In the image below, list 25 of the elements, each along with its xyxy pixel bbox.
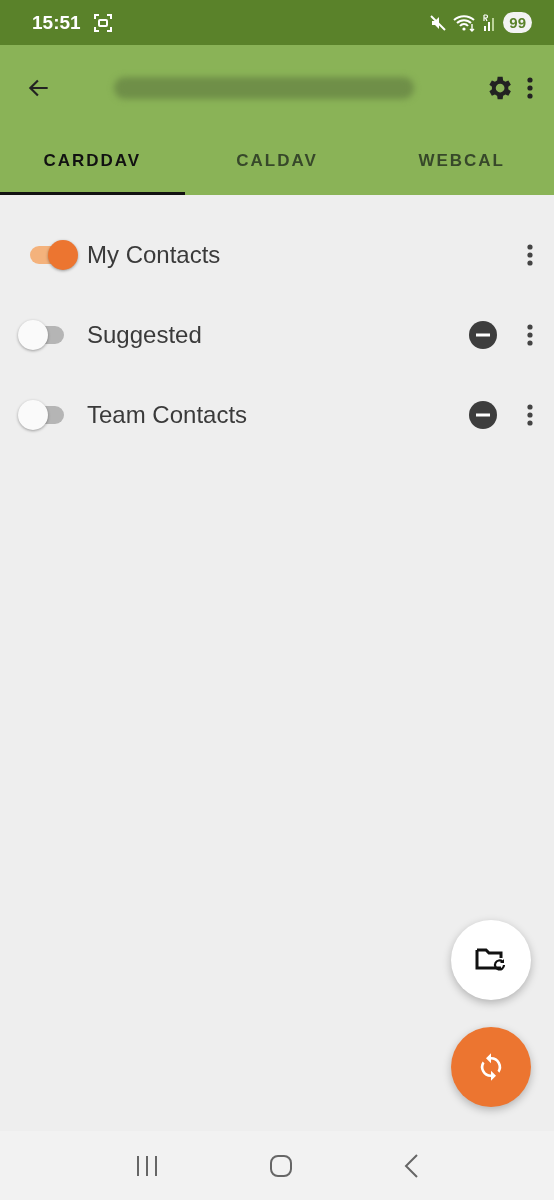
collection-name: Suggested <box>87 321 203 349</box>
toggle-switch[interactable] <box>30 240 78 270</box>
kebab-icon <box>526 75 534 100</box>
refresh-collections-button[interactable] <box>451 920 531 1000</box>
collection-name: My Contacts <box>87 241 222 269</box>
toggle-switch[interactable] <box>18 320 66 350</box>
clock: 15:51 <box>32 11 81 34</box>
remove-icon[interactable] <box>468 320 498 350</box>
more-options-button[interactable] <box>526 403 534 427</box>
tab[interactable]: CARDDAV <box>0 130 185 195</box>
recent-apps-button[interactable] <box>135 1154 159 1177</box>
toggle-switch[interactable] <box>18 400 66 430</box>
more-options-button[interactable] <box>526 323 534 347</box>
mute-icon <box>429 13 448 32</box>
more-options-button[interactable] <box>526 243 534 267</box>
collection-name: Team Contacts <box>87 401 249 429</box>
screenshot-icon <box>92 12 113 33</box>
folder-refresh-icon <box>475 946 507 974</box>
tab[interactable]: WEBCAL <box>369 130 554 195</box>
tab[interactable]: CALDAV <box>184 130 370 195</box>
back-nav-button[interactable] <box>403 1153 419 1178</box>
home-button[interactable] <box>269 1153 293 1178</box>
battery-level: 99 <box>503 12 532 33</box>
sync-button[interactable] <box>451 1027 531 1107</box>
remove-icon[interactable] <box>468 400 498 430</box>
